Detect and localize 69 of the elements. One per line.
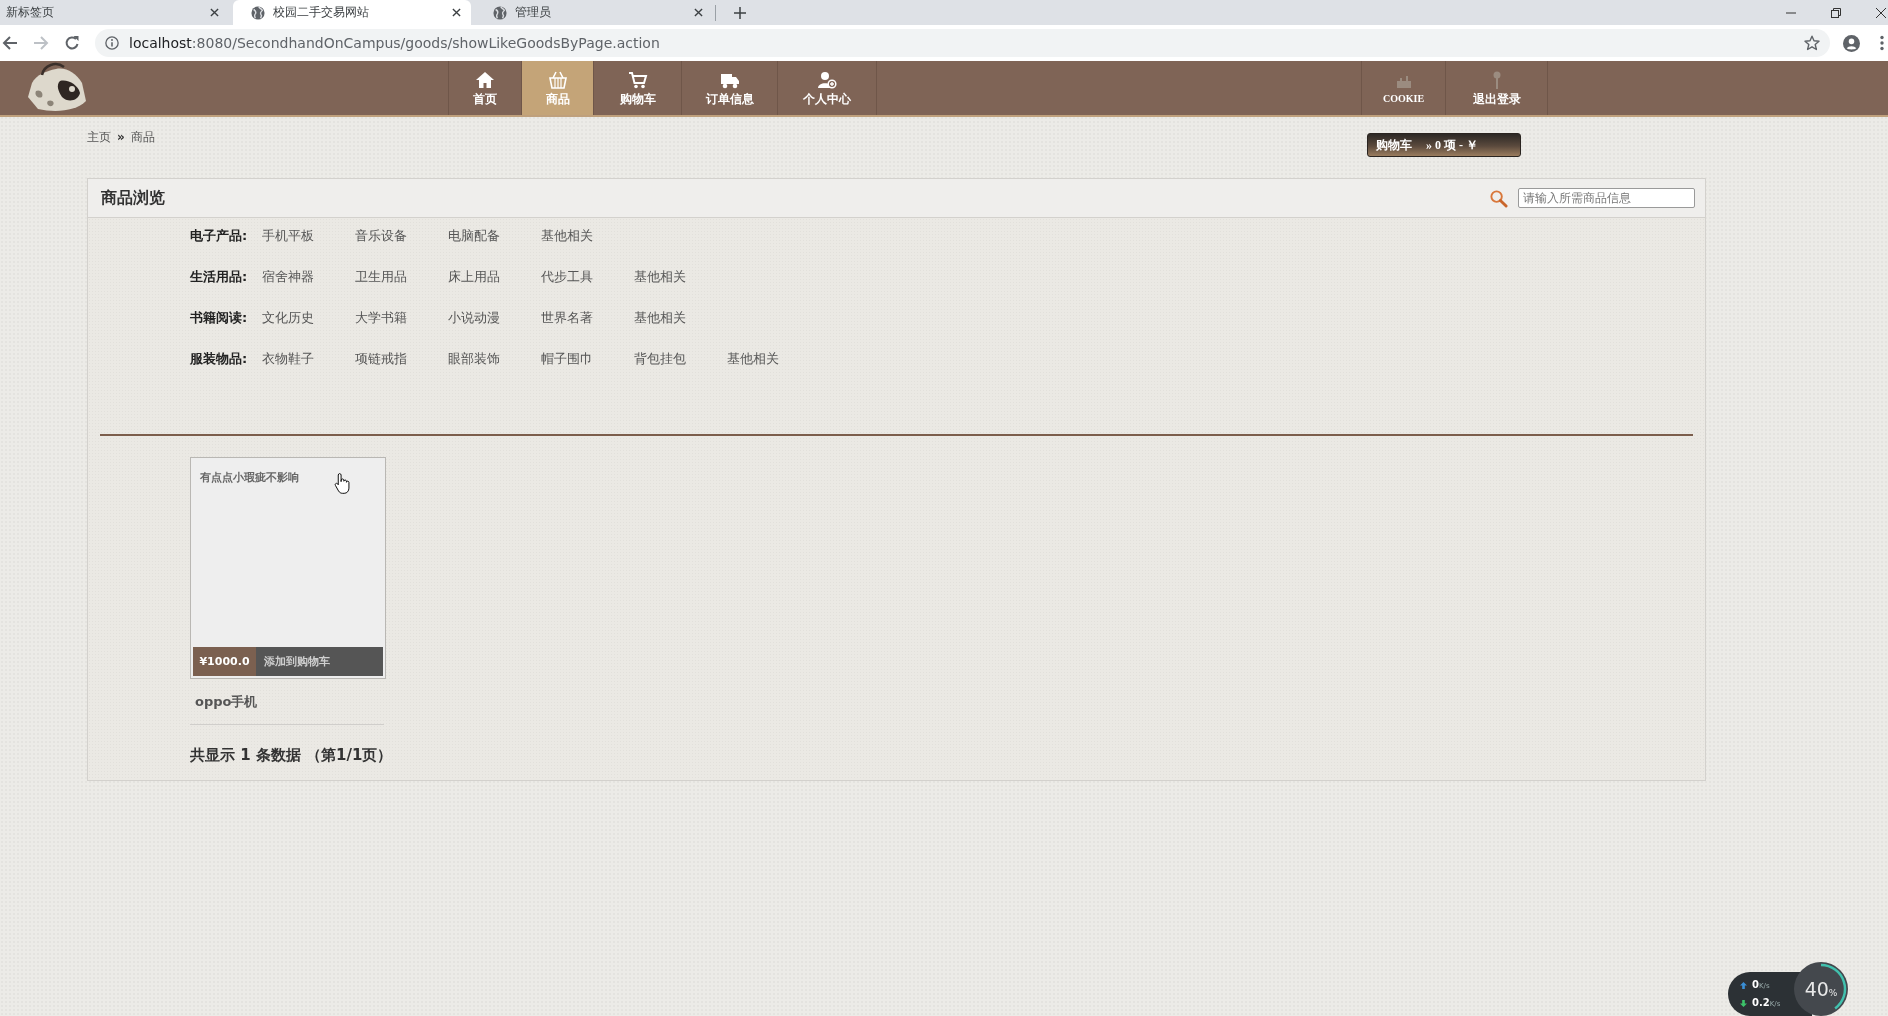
- close-icon[interactable]: [1876, 7, 1886, 18]
- info-icon[interactable]: [105, 36, 119, 50]
- price-label: ¥1000.0: [193, 647, 256, 676]
- category-link[interactable]: 帽子围巾: [541, 350, 634, 368]
- category-label: 服装物品:: [190, 350, 249, 368]
- search-field[interactable]: 请输入所需商品信息: [1518, 188, 1695, 208]
- category-link[interactable]: 文化历史: [262, 309, 355, 327]
- category-link[interactable]: 代步工具: [541, 268, 634, 286]
- category-label: 书籍阅读:: [190, 309, 249, 327]
- nav-tab[interactable]: 退出登录: [1446, 61, 1548, 115]
- category-link[interactable]: 基他相关: [634, 268, 727, 286]
- breadcrumb-link[interactable]: 主页: [87, 129, 111, 145]
- restore-icon[interactable]: [1831, 7, 1841, 18]
- cart-summary-button[interactable]: 购物车 » 0 项 - ￥: [1367, 133, 1521, 157]
- nav-tab[interactable]: 订单信息: [682, 61, 778, 115]
- pagination-summary: 共显示 1 条数据 （第1/1页）: [190, 745, 393, 765]
- category-link[interactable]: 眼部装饰: [448, 350, 541, 368]
- category-link[interactable]: 大学书籍: [355, 309, 448, 327]
- browser-tab[interactable]: 管理员: [475, 0, 713, 25]
- category-link[interactable]: 音乐设备: [355, 227, 448, 245]
- close-icon[interactable]: [452, 8, 461, 17]
- category-link[interactable]: 世界名著: [541, 309, 634, 327]
- bookmark-star-icon[interactable]: [1804, 35, 1820, 51]
- category-link[interactable]: 背包挂包: [634, 350, 727, 368]
- address-bar[interactable]: localhost:8080/SecondhandOnCampus/goods/showLikeGoodsByPage.action: [95, 29, 1830, 57]
- new-tab-icon[interactable]: [734, 7, 746, 19]
- panel-title: 商品浏览: [101, 187, 165, 209]
- product-description: 有点点小瑕疵不影响: [200, 470, 299, 485]
- globe-icon: [493, 5, 507, 20]
- category-link[interactable]: 卫生用品: [355, 268, 448, 286]
- add-to-cart-button[interactable]: 添加到购物车: [256, 647, 383, 676]
- menu-icon[interactable]: [1880, 35, 1884, 51]
- category-link[interactable]: 基他相关: [727, 350, 820, 368]
- close-icon[interactable]: [210, 8, 219, 17]
- person-icon: [817, 70, 837, 89]
- browser-tab[interactable]: 新标签页: [0, 0, 229, 25]
- nav-tab[interactable]: 购物车: [594, 61, 682, 115]
- category-link[interactable]: 小说动漫: [448, 309, 541, 327]
- category-link[interactable]: 衣物鞋子: [262, 350, 355, 368]
- globe-icon: [251, 5, 265, 20]
- account-icon[interactable]: [1843, 34, 1860, 52]
- cart-icon: [627, 70, 648, 89]
- browser-tab[interactable]: 校园二手交易网站: [233, 0, 471, 25]
- hand-cursor-icon: [334, 472, 351, 495]
- category-link[interactable]: 床上用品: [448, 268, 541, 286]
- category-link[interactable]: 电脑配备: [448, 227, 541, 245]
- product-name[interactable]: oppo手机: [195, 693, 258, 711]
- home-icon: [475, 70, 495, 89]
- category-link[interactable]: 宿舍神器: [262, 268, 355, 286]
- close-icon[interactable]: [694, 8, 703, 17]
- category-label: 电子产品:: [190, 227, 249, 245]
- url-text: localhost:8080/SecondhandOnCampus/goods/showLikeGoodsByPage.action: [129, 35, 660, 51]
- category-link[interactable]: 项链戒指: [355, 350, 448, 368]
- upload-arrow-icon: [1740, 982, 1747, 989]
- category-link[interactable]: 基他相关: [634, 309, 727, 327]
- category-label: 生活用品:: [190, 268, 249, 286]
- search-icon[interactable]: [1489, 188, 1508, 208]
- breadcrumb-link[interactable]: 商品: [130, 129, 155, 145]
- basket-icon: [547, 70, 568, 89]
- back-arrow-icon[interactable]: [2, 35, 18, 51]
- nav-tab[interactable]: COOKIE: [1361, 61, 1446, 115]
- product-card[interactable]: 有点点小瑕疵不影响 ¥1000.0 添加到购物车: [190, 457, 386, 679]
- breadcrumb-separator: »: [117, 129, 125, 145]
- reload-icon[interactable]: [64, 35, 80, 51]
- memory-usage: 40%: [1804, 978, 1838, 1000]
- category-link[interactable]: 手机平板: [262, 227, 355, 245]
- download-arrow-icon: [1740, 1000, 1747, 1007]
- category-link[interactable]: 基他相关: [541, 227, 634, 245]
- nav-tab[interactable]: 个人中心: [778, 61, 877, 115]
